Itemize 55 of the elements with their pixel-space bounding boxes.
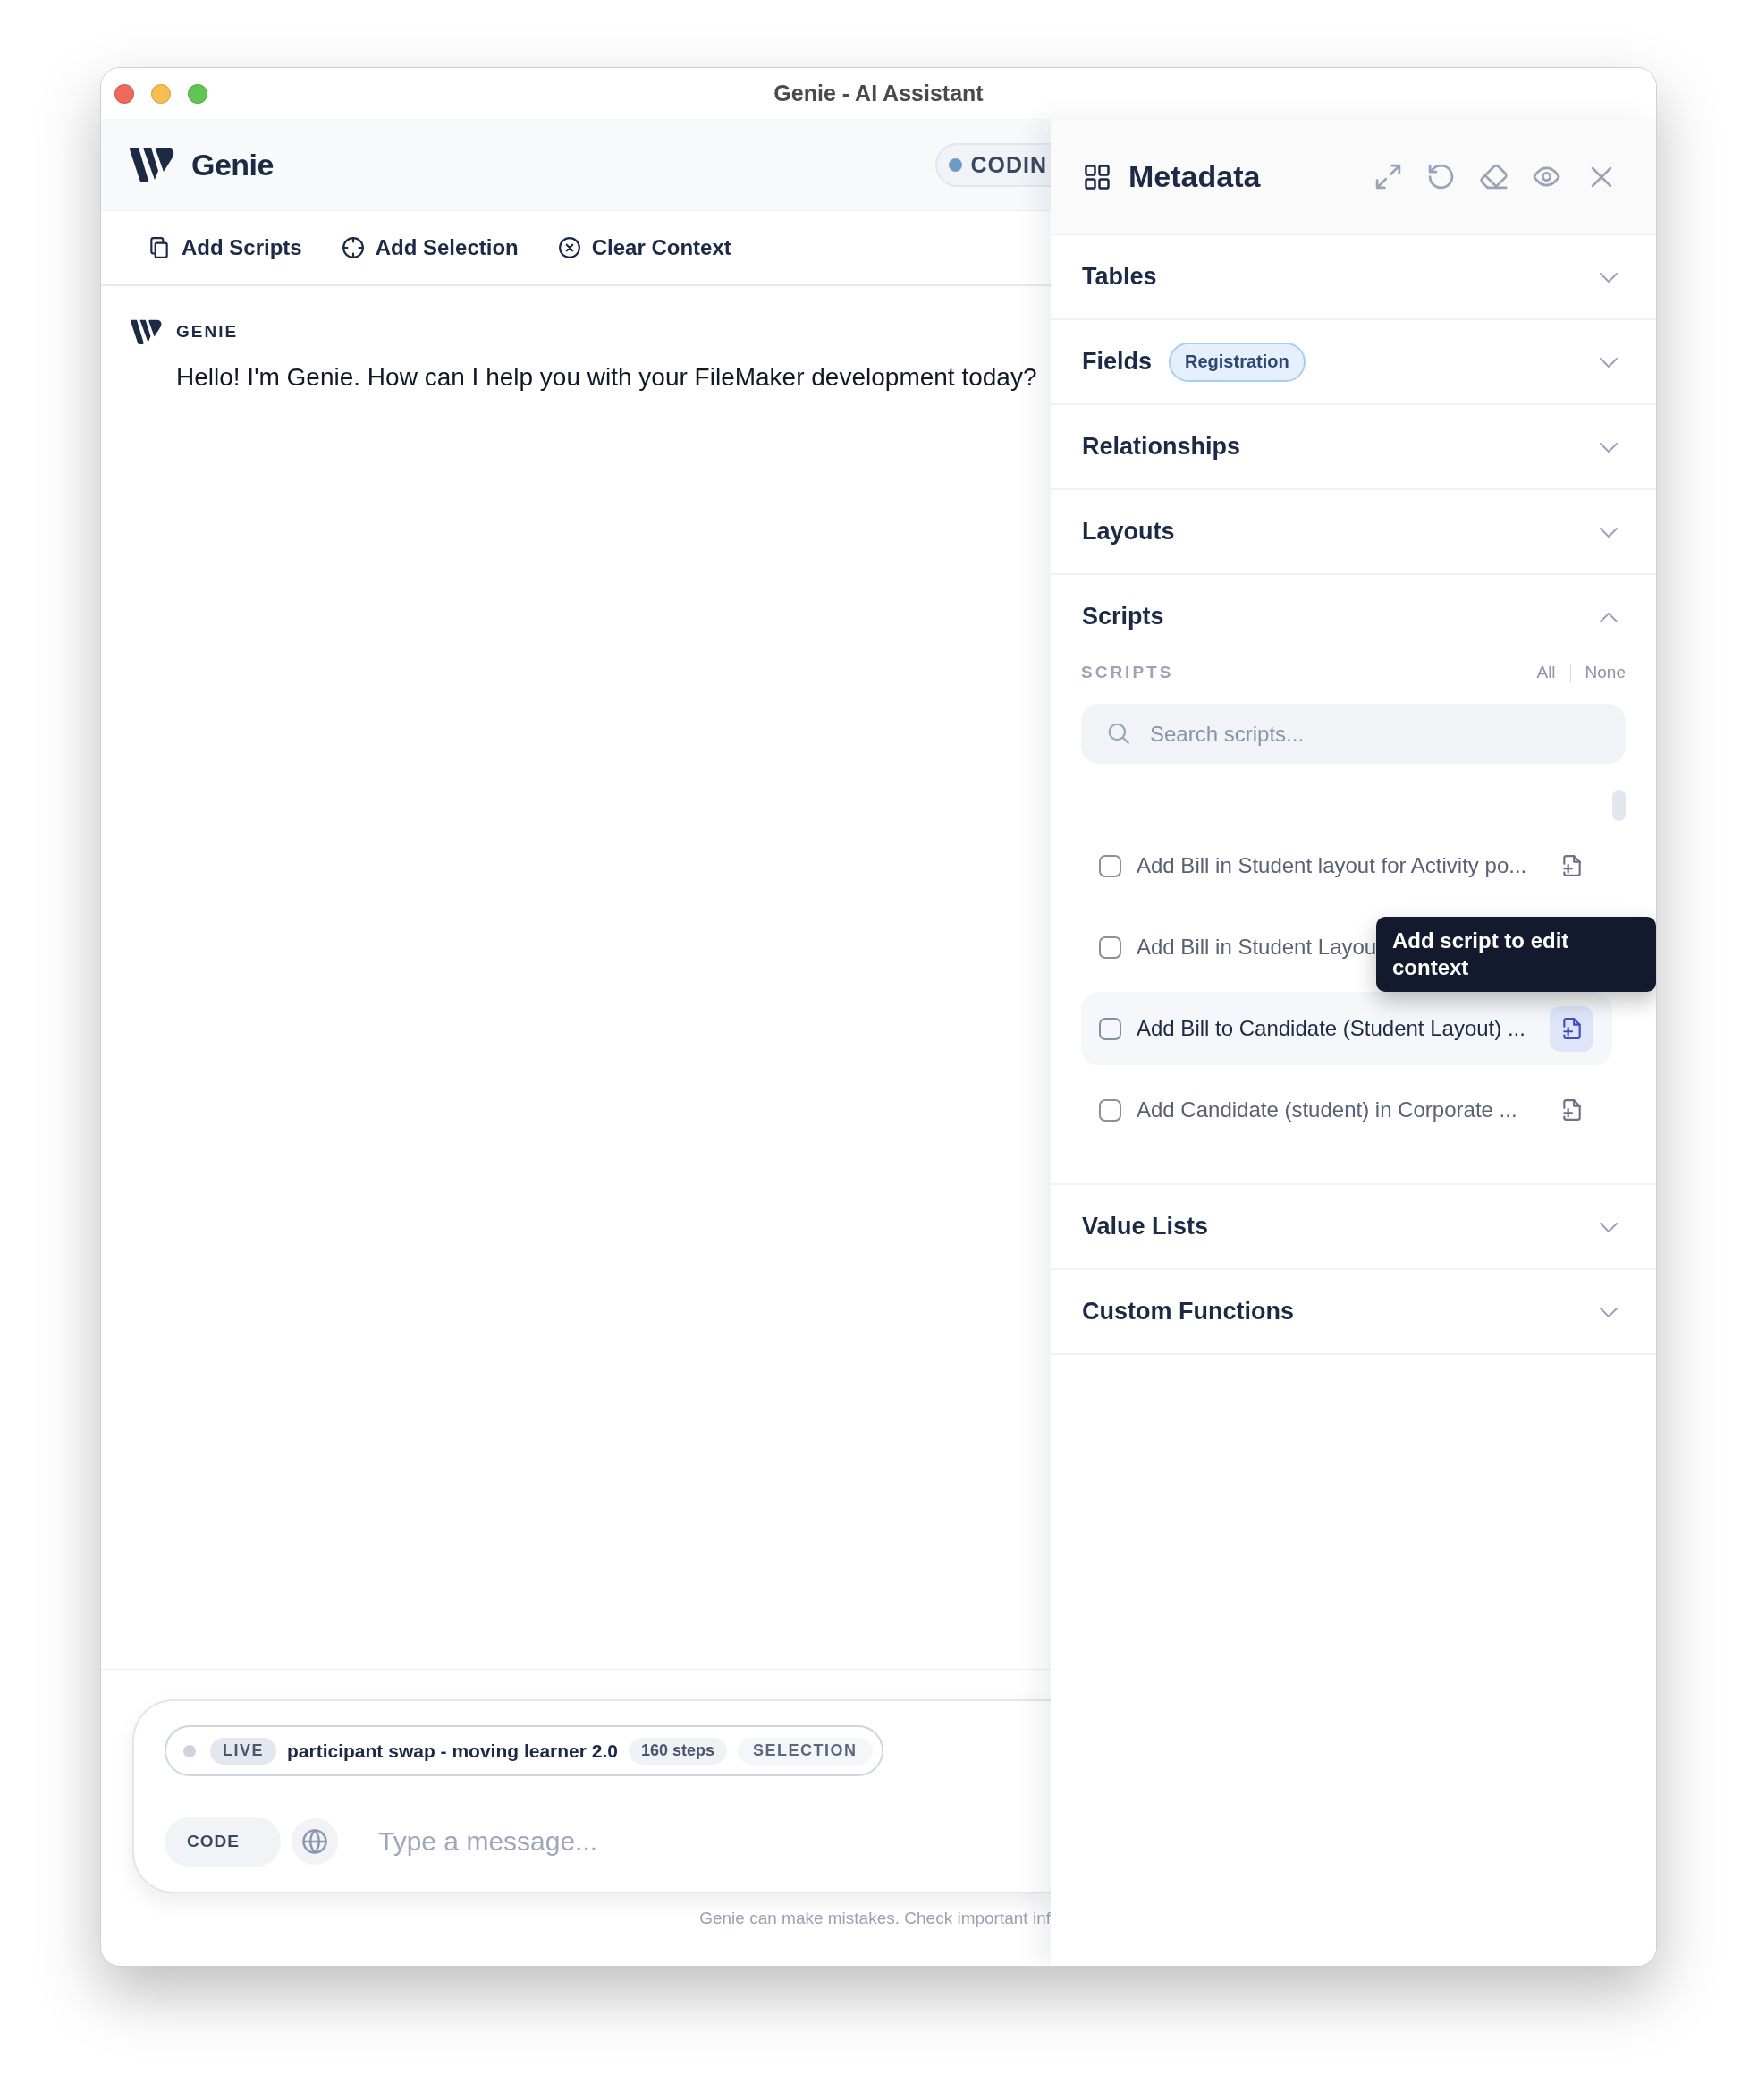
- toolbar-button[interactable]: Add Selection: [341, 235, 519, 260]
- status-dot-icon: [949, 157, 963, 172]
- add-script-button[interactable]: [1550, 1005, 1593, 1052]
- circle-x-icon: [557, 236, 581, 259]
- checkbox[interactable]: [1099, 854, 1121, 877]
- message-text: Hello! I'm Genie. How can I help you with your FileMaker development today?: [176, 362, 1037, 393]
- search-icon: [1107, 722, 1130, 745]
- search-field[interactable]: Search scripts...: [1081, 704, 1626, 764]
- documents-icon: [148, 236, 171, 259]
- script-name: Add Candidate (student) in Corporate ...: [1137, 1097, 1517, 1122]
- message-input[interactable]: Type a message...: [378, 1822, 1051, 1861]
- context-mode-badge: SELECTION: [738, 1737, 873, 1765]
- section-title[interactable]: Tables: [1082, 263, 1157, 291]
- refresh-icon[interactable]: [1426, 162, 1456, 191]
- section-title[interactable]: Scripts: [1082, 603, 1164, 631]
- mode-button[interactable]: CODE: [165, 1816, 281, 1867]
- section-title[interactable]: Relationships: [1082, 433, 1241, 461]
- script-row[interactable]: Add Bill to Candidate (Student Layout) ...: [1081, 992, 1612, 1065]
- script-name: Add Bill to Candidate (Student Layout) ...: [1137, 1016, 1526, 1041]
- list-label: SCRIPTS: [1081, 663, 1174, 682]
- status-dot-icon: [183, 1744, 196, 1757]
- script-name: Add Bill in Student Layou: [1137, 935, 1377, 960]
- window-zoom-icon[interactable]: [188, 83, 207, 104]
- panel-title: Metadata: [1128, 159, 1261, 194]
- disclaimer-text: Genie can make mistakes. Check important inf: [699, 1909, 1051, 1928]
- logo-icon: [131, 319, 162, 344]
- app-name: Genie: [191, 147, 274, 182]
- sender-label: GENIE: [176, 322, 239, 342]
- script-name: Add Bill in Student layout for Activity po...: [1137, 853, 1527, 878]
- scrollbar-thumb[interactable]: [1612, 790, 1626, 821]
- script-name: participant swap - moving learner 2.0: [287, 1740, 618, 1762]
- logo-icon: [130, 147, 174, 182]
- tooltip: Add script to edit context: [1376, 917, 1656, 992]
- status-badge: LIVE: [210, 1737, 276, 1765]
- globe-icon: [301, 1828, 328, 1855]
- toolbar-button[interactable]: Add Scripts: [148, 235, 302, 260]
- checkbox[interactable]: [1099, 1098, 1121, 1122]
- eraser-icon[interactable]: [1479, 162, 1509, 191]
- grid-icon: [1084, 163, 1111, 191]
- section-title[interactable]: Layouts: [1082, 518, 1175, 546]
- checkbox[interactable]: [1099, 1017, 1121, 1040]
- window-close-icon[interactable]: [114, 83, 134, 104]
- toolbar-button[interactable]: Clear Context: [557, 235, 731, 260]
- section-title[interactable]: Value Lists: [1082, 1213, 1209, 1241]
- crosshair-icon: [341, 236, 365, 259]
- checkbox[interactable]: [1099, 936, 1121, 959]
- mode-label: CODIN: [970, 151, 1047, 178]
- table-badge: Registration: [1169, 342, 1306, 382]
- expand-icon[interactable]: [1373, 162, 1403, 191]
- window-title: Genie - AI Assistant: [773, 80, 984, 106]
- steps-badge: 160 steps: [628, 1737, 728, 1765]
- section-title[interactable]: Custom Functions: [1082, 1298, 1294, 1325]
- window-minimize-icon[interactable]: [151, 83, 171, 104]
- globe-button[interactable]: [292, 1818, 338, 1865]
- section-title[interactable]: Fields: [1082, 348, 1153, 376]
